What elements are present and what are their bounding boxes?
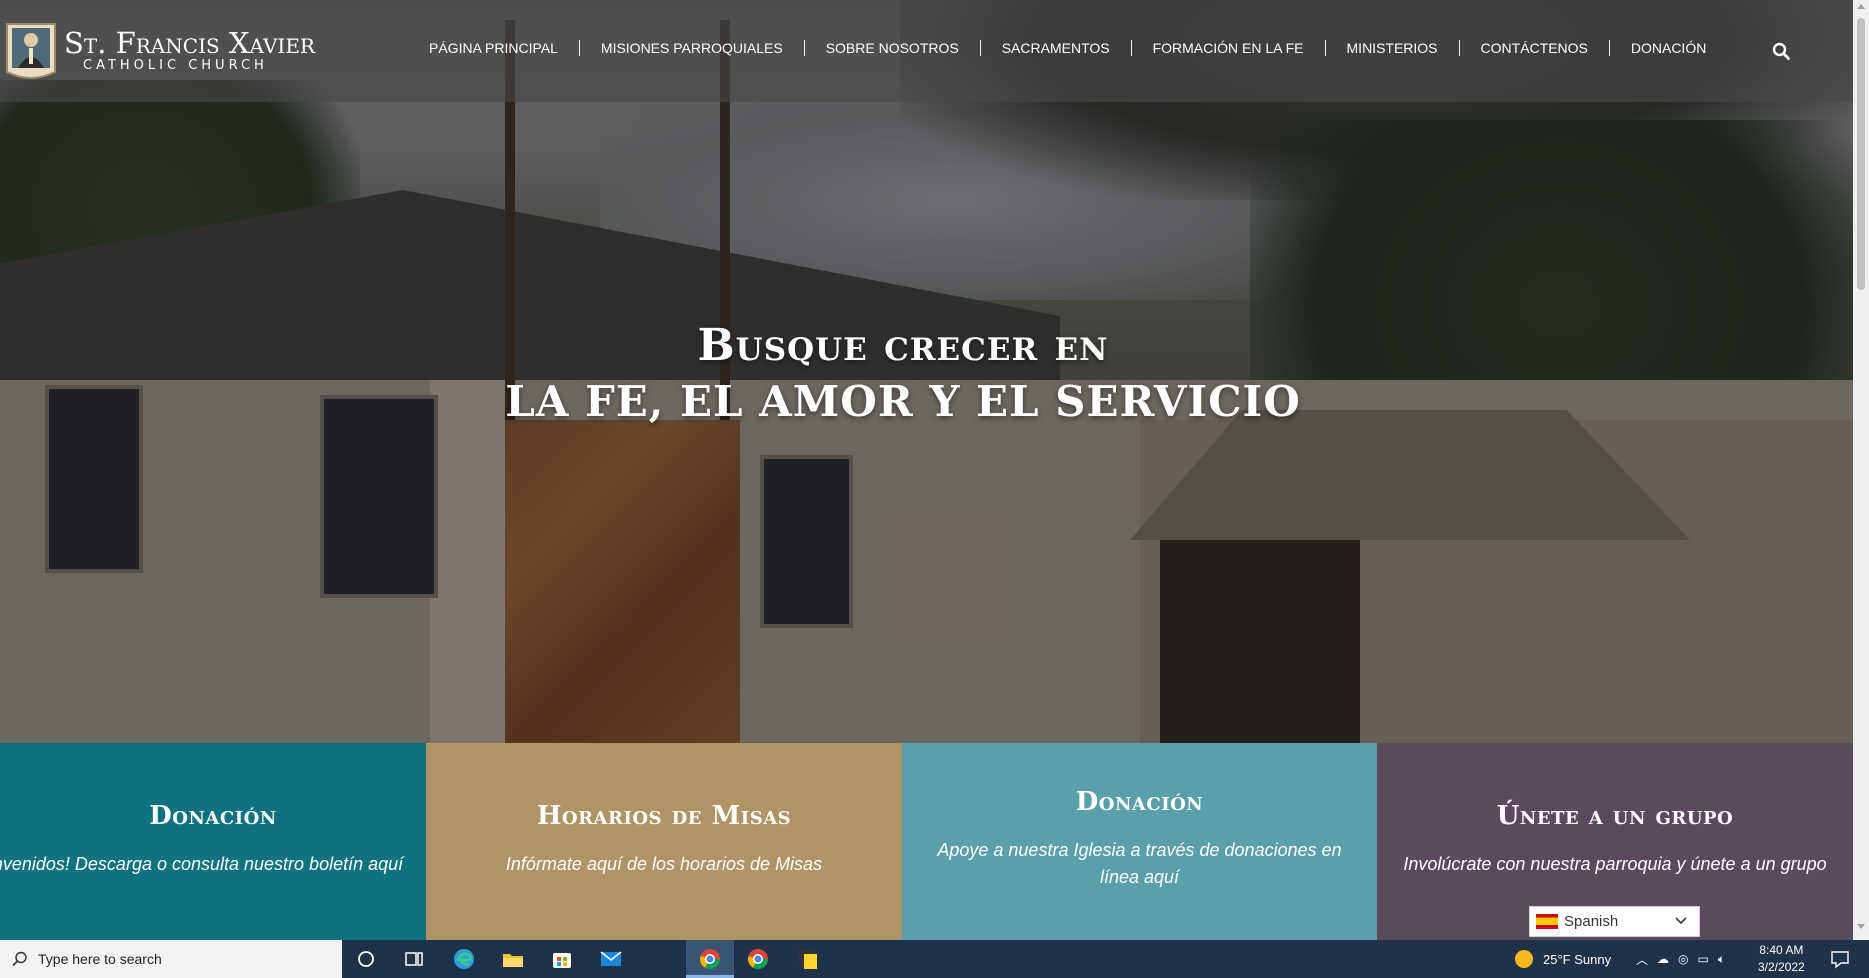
sticky-notes-icon[interactable] (796, 947, 820, 971)
hero-title-line2: LA FE, EL AMOR Y EL SERVICIO (505, 377, 1301, 426)
saint-logo-icon[interactable] (4, 18, 58, 84)
nav-contactenos[interactable]: CONTÁCTENOS (1460, 40, 1610, 56)
network-icon[interactable]: ▭ (1698, 952, 1709, 966)
nav-sobre-nosotros[interactable]: SOBRE NOSOTROS (805, 40, 981, 56)
windows-taskbar: Type here to search 25°F Sunny ︿ ☁ ◎ ▭ 🔈… (0, 940, 1869, 978)
card-donacion-online[interactable]: Donación Apoye a nuestra Iglesia a travé… (902, 743, 1377, 940)
clock-time: 8:40 AM (1759, 943, 1804, 957)
mail-icon[interactable] (599, 947, 623, 971)
language-selected-label: Spanish (1564, 913, 1619, 930)
nav-donacion[interactable]: DONACIÓN (1610, 40, 1727, 56)
onedrive-icon[interactable]: ☁ (1657, 952, 1669, 966)
nav-pagina-principal[interactable]: PÁGINA PRINCIPAL (418, 40, 580, 56)
search-icon (12, 951, 27, 967)
site-header: St. Francis Xavier CATHOLIC CHURCH PÁGIN… (0, 0, 1853, 102)
hero-title-line1: Busque crecer en (697, 320, 1109, 371)
volume-icon[interactable]: 🔈︎ (1718, 952, 1725, 967)
nav-ministerios[interactable]: MINISTERIOS (1326, 40, 1460, 56)
nav-formacion-en-la-fe[interactable]: FORMACIÓN EN LA FE (1132, 40, 1326, 56)
chrome-taskbar-button-active[interactable] (686, 940, 734, 978)
sun-icon (1515, 950, 1533, 968)
card-title: Horarios de Misas (536, 801, 792, 831)
card-text: Infórmate aquí de los horarios de Misas (505, 854, 823, 874)
search-icon[interactable] (1772, 42, 1790, 60)
card-horarios-misas[interactable]: Horarios de Misas Infórmate aquí de los … (426, 743, 902, 940)
nav-misiones-parroquiales[interactable]: MISIONES PARROQUIALES (580, 40, 805, 56)
taskbar-search-placeholder: Type here to search (38, 951, 162, 967)
taskbar-clock[interactable]: 8:40 AM 3/2/2022 (1758, 942, 1805, 976)
main-nav: PÁGINA PRINCIPAL MISIONES PARROQUIALES S… (418, 40, 1727, 56)
nav-sacramentos[interactable]: SACRAMENTOS (981, 40, 1132, 56)
page-scrollbar[interactable] (1853, 0, 1869, 940)
chrome-profile-icon[interactable] (746, 947, 770, 971)
notifications-icon[interactable] (1828, 947, 1852, 971)
cortana-icon[interactable] (354, 947, 378, 971)
scroll-up-arrow-icon[interactable] (1857, 4, 1865, 9)
weather-widget[interactable]: 25°F Sunny (1515, 940, 1611, 978)
file-explorer-icon[interactable] (501, 947, 525, 971)
edge-icon[interactable] (452, 947, 476, 971)
card-text: Apoye a nuestra Iglesia a través de dona… (937, 840, 1342, 887)
system-tray: ︿ ☁ ◎ ▭ 🔈︎ (1636, 940, 1725, 978)
hero-banner: Busque crecer en LA FE, EL AMOR Y EL SER… (0, 0, 1853, 743)
task-view-icon[interactable] (402, 947, 426, 971)
card-text: envenidos! Descarga o consulta nuestro b… (0, 854, 404, 874)
scroll-down-arrow-icon[interactable] (1857, 924, 1865, 929)
card-text: Involúcrate con nuestra parroquia y únet… (1403, 854, 1827, 874)
language-select[interactable]: Spanish (1529, 906, 1700, 937)
weather-text: 25°F Sunny (1543, 951, 1612, 967)
logo-name[interactable]: St. Francis Xavier (64, 26, 315, 60)
taskbar-search-box[interactable]: Type here to search (0, 940, 342, 978)
card-title: Únete a un grupo (1496, 801, 1734, 831)
scroll-thumb[interactable] (1857, 18, 1865, 290)
meet-now-icon[interactable]: ◎ (1678, 952, 1688, 966)
spain-flag-icon (1536, 914, 1558, 929)
clock-date: 3/2/2022 (1758, 960, 1805, 974)
chevron-up-icon[interactable]: ︿ (1636, 951, 1648, 968)
card-donacion-boletin[interactable]: Donación envenidos! Descarga o consulta … (0, 743, 426, 940)
card-title: Donación (149, 801, 277, 831)
chevron-down-icon (1675, 917, 1687, 925)
chrome-icon (700, 949, 721, 970)
card-title: Donación (1075, 787, 1204, 817)
store-icon[interactable] (550, 947, 574, 971)
hero-title: Busque crecer en LA FE, EL AMOR Y EL SER… (0, 318, 1806, 430)
logo-subtitle: CATHOLIC CHURCH (83, 58, 268, 73)
